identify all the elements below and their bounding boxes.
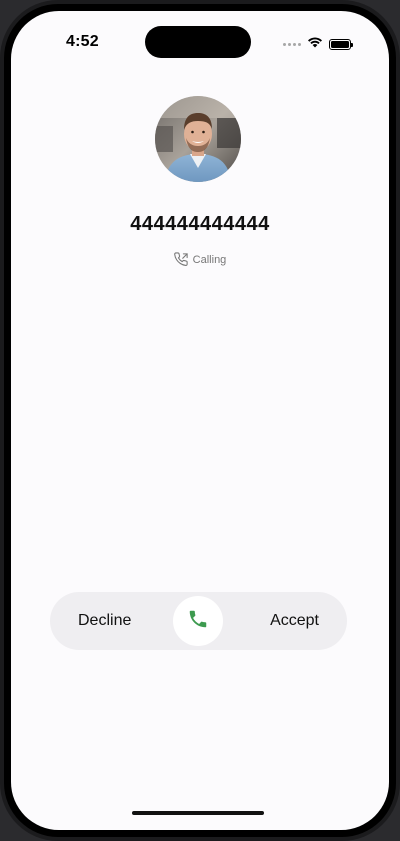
battery-icon <box>329 38 353 50</box>
accept-button[interactable]: Accept <box>270 592 319 650</box>
answer-slider[interactable]: Decline Accept <box>50 592 347 650</box>
status-bar: 4:52 <box>11 11 389 65</box>
outgoing-call-icon <box>173 252 189 267</box>
call-status-label: Calling <box>192 253 227 266</box>
wifi-icon <box>307 35 323 53</box>
caller-avatar <box>155 96 241 182</box>
phone-icon <box>187 608 209 635</box>
status-time: 4:52 <box>66 33 99 50</box>
call-status: Calling <box>11 252 389 267</box>
dynamic-island <box>145 26 251 58</box>
home-indicator[interactable] <box>132 811 264 815</box>
slider-knob[interactable] <box>173 596 223 646</box>
device-stage: 4:52 444444444444 Calling Decline Accept <box>0 0 400 841</box>
signal-dots-icon <box>283 42 301 46</box>
caller-number: 444444444444 <box>130 213 270 235</box>
status-icons <box>283 35 353 53</box>
decline-button[interactable]: Decline <box>78 592 131 650</box>
incoming-call-screen: 4:52 444444444444 Calling Decline Accept <box>11 11 389 830</box>
